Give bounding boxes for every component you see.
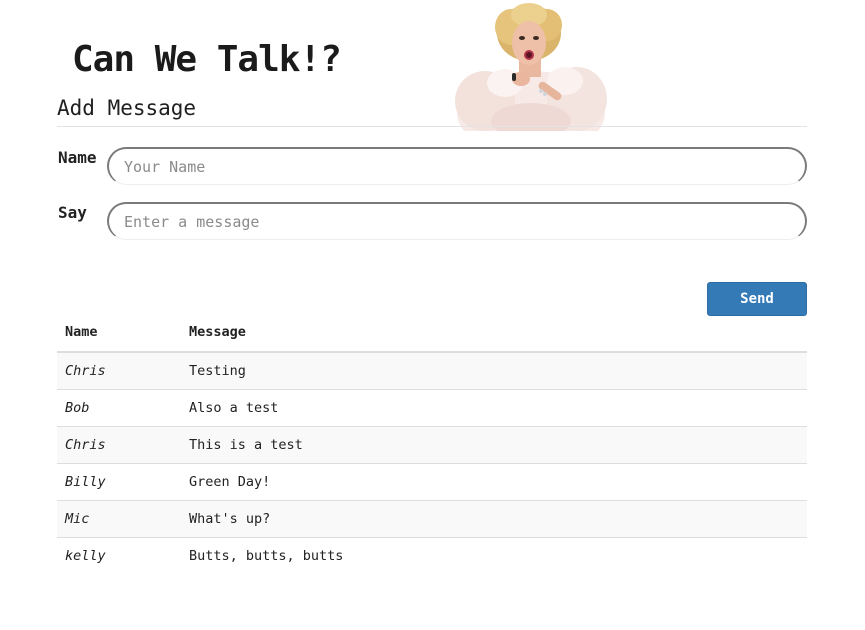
name-label: Name — [58, 148, 97, 167]
message-author: Billy — [57, 463, 181, 501]
message-text: Also a test — [181, 389, 807, 427]
message-author: Bob — [57, 389, 181, 427]
app-title: Can We Talk!? — [72, 39, 342, 80]
table-row: Billy Green Day! — [57, 463, 807, 501]
message-text: Testing — [181, 352, 807, 390]
message-text: Green Day! — [181, 463, 807, 501]
message-input[interactable] — [107, 202, 807, 240]
message-text: This is a test — [181, 426, 807, 464]
message-author: Chris — [57, 352, 181, 390]
table-row: kelly Butts, butts, butts — [57, 537, 807, 574]
message-author: Mic — [57, 500, 181, 538]
table-row: Chris This is a test — [57, 426, 807, 464]
add-message-heading: Add Message — [57, 96, 197, 120]
table-row: Chris Testing — [57, 352, 807, 390]
page: Can We Talk!? Add Message Name Your Name… — [0, 0, 865, 630]
table-row: Mic What's up? — [57, 500, 807, 538]
column-header-message: Message — [181, 313, 807, 353]
send-button[interactable]: Send — [707, 282, 807, 316]
table-header-row: Name Message — [57, 313, 807, 353]
message-text: Butts, butts, butts — [181, 537, 807, 574]
message-author: Chris — [57, 426, 181, 464]
messages-table: Name Message Chris Testing Bob Also a te… — [57, 313, 807, 574]
name-input[interactable] — [107, 147, 807, 185]
heading-divider — [57, 126, 807, 127]
table-row: Bob Also a test — [57, 389, 807, 427]
say-label: Say — [58, 203, 87, 222]
header-portrait-image — [455, 3, 607, 131]
message-text: What's up? — [181, 500, 807, 538]
message-author: kelly — [57, 537, 181, 574]
column-header-name: Name — [57, 313, 181, 353]
